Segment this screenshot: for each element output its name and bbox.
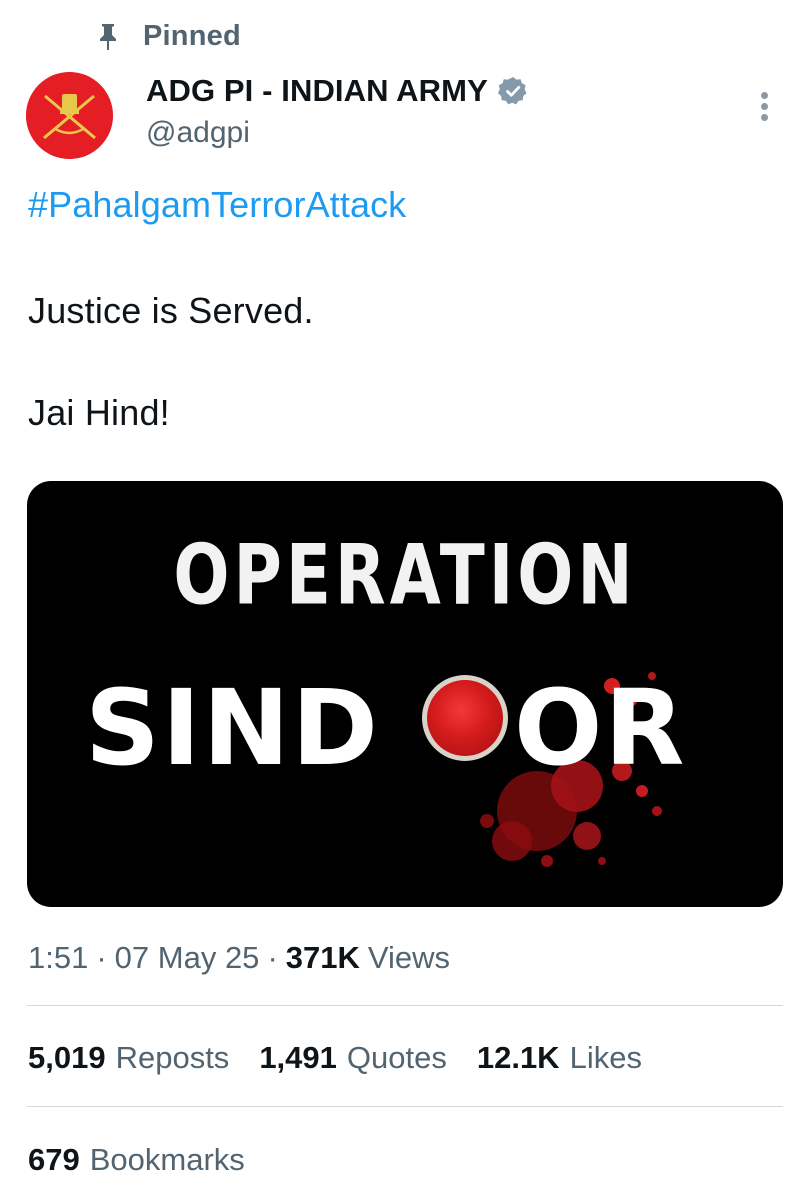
reposts-stat[interactable]: 5,019 Reposts (28, 1040, 229, 1076)
reposts-label: Reposts (115, 1040, 230, 1075)
quotes-label: Quotes (346, 1040, 447, 1075)
bookmarks-count: 679 (28, 1142, 80, 1177)
more-dot-icon (761, 103, 768, 110)
more-options-button[interactable] (748, 86, 782, 126)
quotes-stat[interactable]: 1,491 Quotes (259, 1040, 447, 1076)
likes-count: 12.1K (476, 1040, 560, 1075)
post-text-line: Justice is Served. (28, 290, 314, 331)
meta-separator: · (96, 940, 107, 975)
views-label: Views (367, 940, 451, 975)
media-title-text: OPERATION (173, 527, 637, 624)
sindoor-bowl-icon (422, 675, 508, 761)
media-word-right: OR (514, 667, 687, 789)
author-block[interactable]: ADG PI - INDIAN ARMY @adgpi (146, 70, 528, 150)
pinned-indicator: Pinned (95, 16, 241, 56)
post-date[interactable]: 07 May 25 (115, 940, 260, 976)
author-display-name[interactable]: ADG PI - INDIAN ARMY (146, 73, 488, 109)
more-dot-icon (761, 92, 768, 99)
divider (27, 1106, 783, 1107)
quotes-count: 1,491 (259, 1040, 337, 1075)
media-word-left: SIND (85, 667, 380, 789)
verified-badge-icon[interactable] (497, 76, 528, 106)
author-handle[interactable]: @adgpi (146, 116, 528, 150)
engagement-stats: 5,019 Reposts 1,491 Quotes 12.1K Likes (28, 1040, 672, 1076)
bookmarks-label: Bookmarks (89, 1142, 245, 1177)
army-emblem-icon (26, 72, 113, 159)
hashtag-link[interactable]: #PahalgamTerrorAttack (28, 184, 406, 226)
bookmarks-stat[interactable]: 679 Bookmarks (28, 1142, 245, 1178)
more-dot-icon (761, 114, 768, 121)
post-time[interactable]: 1:51 (28, 940, 88, 976)
views-count: 371K (285, 940, 360, 975)
pin-icon (95, 21, 121, 51)
post-text-line: Jai Hind! (28, 392, 170, 433)
likes-label: Likes (569, 1040, 642, 1075)
avatar[interactable] (26, 72, 113, 159)
pinned-label: Pinned (143, 19, 241, 52)
divider (27, 1005, 783, 1006)
meta-separator: · (267, 940, 278, 975)
likes-stat[interactable]: 12.1K Likes (477, 1040, 642, 1076)
post-image[interactable]: OPERATION SIND OR (27, 481, 783, 907)
reposts-count: 5,019 (28, 1040, 106, 1075)
post-meta: 1:51 · 07 May 25 · 371K Views (28, 940, 450, 976)
